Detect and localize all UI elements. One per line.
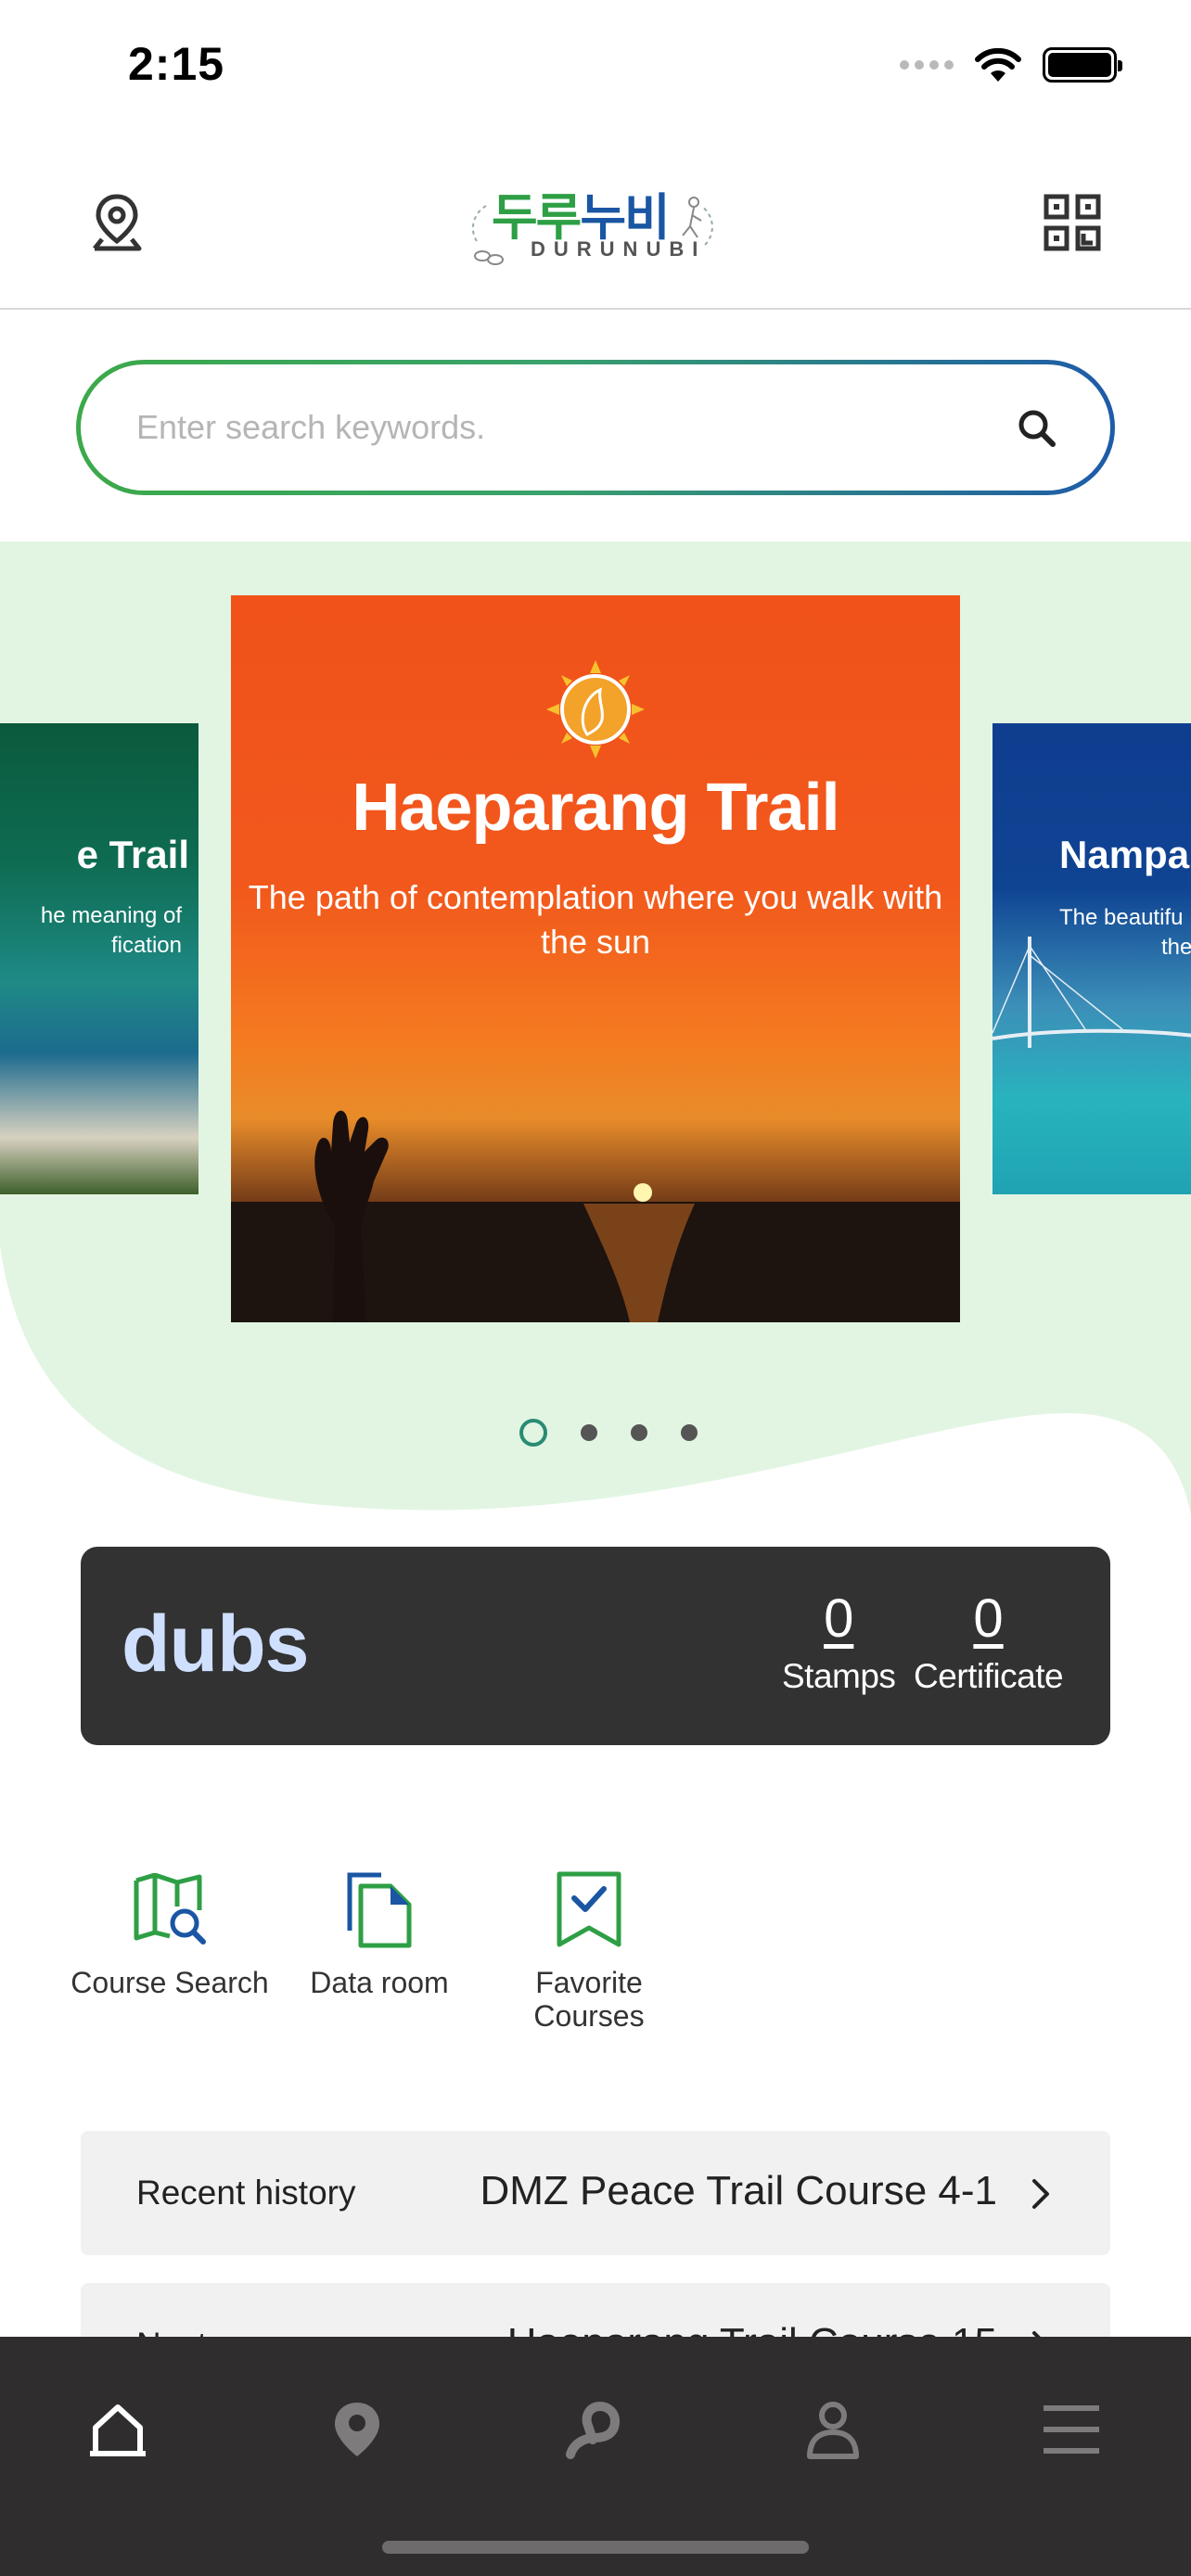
recent-history-row[interactable]: Recent history DMZ Peace Trail Course 4-… (81, 2131, 1110, 2255)
data-room-button[interactable]: Data room (275, 1864, 484, 2033)
carousel-dot[interactable] (581, 1424, 597, 1441)
carousel-slide-active[interactable]: Haeparang Trail The path of contemplatio… (231, 595, 960, 1322)
person-icon (807, 2402, 859, 2459)
course-search-label: Course Search (70, 1966, 269, 1999)
status-time: 2:15 (128, 38, 225, 90)
sunset-hand-illustration (231, 1110, 960, 1322)
carousel-slide-next[interactable]: Nampa The beautifu the (992, 723, 1191, 1194)
hamburger-menu-icon (1044, 2405, 1099, 2454)
status-bar: 2:15 (0, 0, 1191, 139)
stamps-label: Stamps (782, 1657, 896, 1695)
bookmark-check-icon (557, 1871, 621, 1947)
favorite-courses-button[interactable]: Favorite Courses (484, 1864, 694, 2033)
favorite-courses-label: Favorite Courses (533, 1966, 645, 2033)
durunubi-logo: 두루누비 DURUNUBI (464, 176, 727, 273)
logo-english: DURUNUBI (531, 237, 707, 261)
history-course: DMZ Peace Trail Course 4-1 (480, 2168, 997, 2213)
user-name: dubs (122, 1600, 309, 1689)
carousel-pagination (519, 1419, 698, 1447)
slide-title: Nampa (1059, 833, 1190, 876)
tab-home[interactable] (76, 2374, 160, 2485)
route-icon (566, 2401, 621, 2459)
slide-title: e Trail (76, 833, 189, 876)
carousel-dot[interactable] (631, 1424, 647, 1441)
tab-course[interactable] (554, 2374, 637, 2485)
home-indicator[interactable] (382, 2541, 809, 2554)
tab-menu[interactable] (1030, 2374, 1113, 2485)
search-input[interactable] (136, 400, 953, 455)
qr-code-icon (1044, 194, 1101, 251)
bridge-illustration (992, 937, 1191, 1048)
carousel-slide-prev[interactable]: e Trail he meaning of fication (0, 723, 198, 1194)
status-icons (900, 46, 1122, 83)
history-label: Recent history (136, 2174, 356, 2212)
home-icon (90, 2404, 146, 2456)
wifi-icon (975, 47, 1021, 82)
tab-my-page[interactable] (791, 2374, 875, 2485)
location-pin-icon (93, 194, 142, 251)
certificate-stat[interactable]: 0 Certificate (914, 1588, 1064, 1696)
app-header: 두루누비 DURUNUBI (0, 139, 1191, 310)
carousel-dot[interactable] (519, 1419, 547, 1447)
tab-map[interactable] (315, 2374, 399, 2485)
quick-menu: Course Search Data room Favorite Courses (65, 1864, 694, 2033)
battery-icon (1043, 47, 1122, 83)
carousel-dot[interactable] (681, 1424, 698, 1441)
stamps-stat[interactable]: 0 Stamps (782, 1588, 896, 1696)
cellular-signal-icon (900, 60, 954, 70)
certificate-count[interactable]: 0 (914, 1588, 1063, 1650)
documents-icon (347, 1872, 412, 1948)
stamps-count[interactable]: 0 (782, 1588, 895, 1650)
user-summary-card: dubs 0 Stamps 0 Certificate (81, 1547, 1110, 1745)
chevron-right-icon (1032, 2179, 1049, 2209)
location-button[interactable] (80, 185, 154, 260)
map-search-icon (134, 1873, 206, 1945)
data-room-label: Data room (310, 1966, 449, 1999)
slide-title: Haeparang Trail (352, 771, 839, 845)
course-search-button[interactable]: Course Search (65, 1864, 275, 2033)
slide-subtitle: The path of contemplation where you walk… (248, 878, 943, 961)
map-pin-icon (335, 2403, 379, 2456)
search-icon (1018, 410, 1056, 447)
slide-subtitle: he meaning of fication (40, 903, 182, 958)
search-bar (76, 360, 1115, 495)
sun-emblem-icon (546, 660, 645, 759)
qr-scan-button[interactable] (1035, 185, 1109, 260)
bottom-tab-bar (0, 2337, 1191, 2576)
search-button[interactable] (1008, 400, 1064, 455)
course-carousel: e Trail he meaning of fication Haeparang… (0, 542, 1191, 1515)
certificate-label: Certificate (914, 1657, 1064, 1695)
